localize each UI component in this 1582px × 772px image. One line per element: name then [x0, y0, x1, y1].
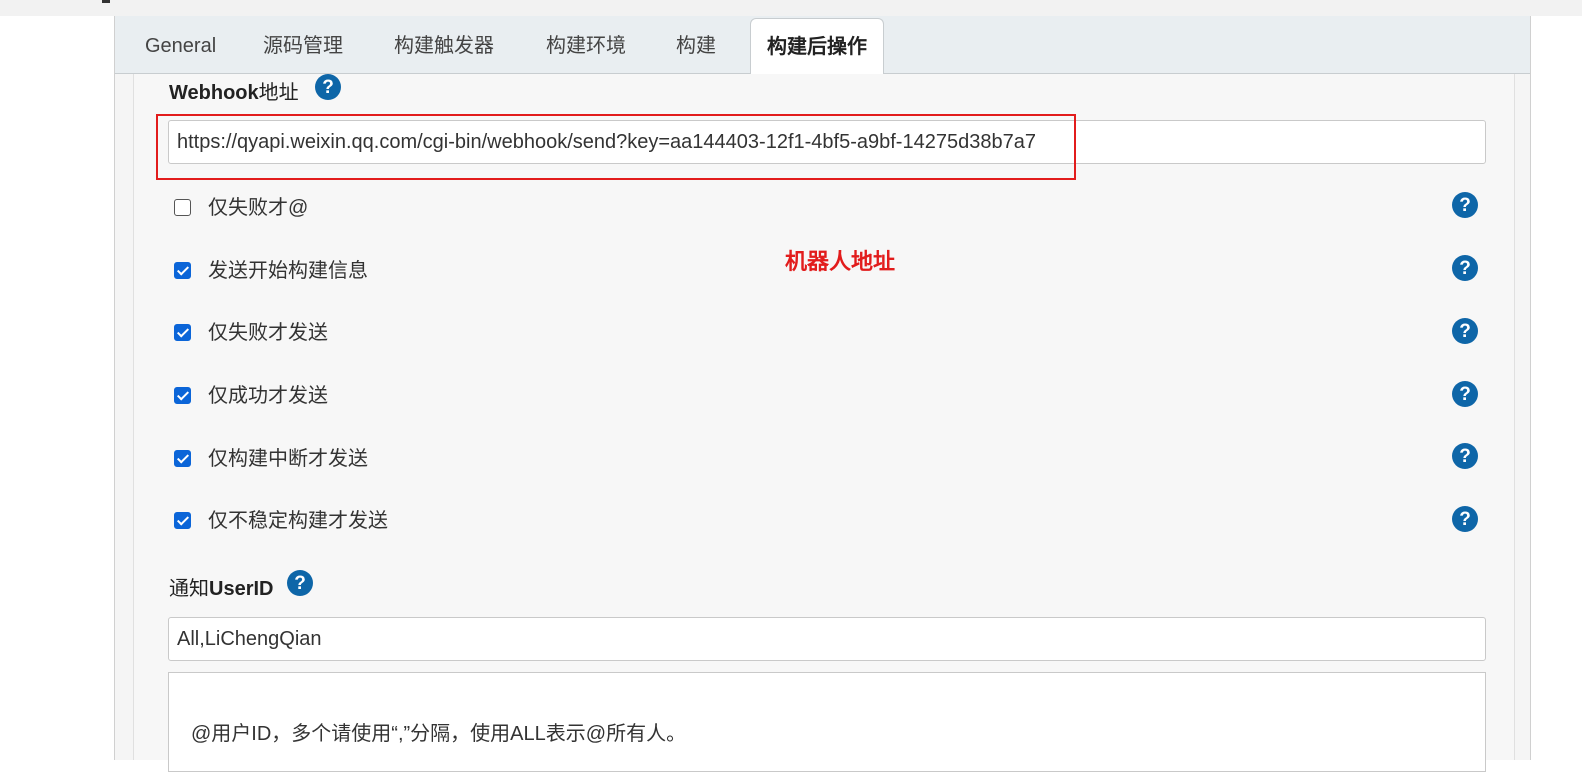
notify-userid-label: 通知UserID [169, 572, 273, 601]
robot-address-annotation: 机器人地址 [785, 249, 896, 274]
webhook-label-bold: Webhook [169, 82, 259, 104]
notify-help-panel: @用户ID，多个请使用“,”分隔，使用ALL表示@所有人。 [168, 672, 1486, 772]
tab-build-environment[interactable]: 构建环境 [546, 16, 626, 73]
checkbox-success-only-send[interactable] [174, 387, 191, 404]
tab-build-triggers[interactable]: 构建触发器 [394, 16, 494, 73]
tab-bar: General 源码管理 构建触发器 构建环境 构建 构建后操作 [115, 16, 1530, 75]
help-icon-fail-only-send[interactable]: ? [1452, 318, 1478, 344]
webhook-help-icon[interactable]: ? [315, 74, 341, 100]
webhook-url-input[interactable]: https://qyapi.weixin.qq.com/cgi-bin/webh… [168, 120, 1486, 164]
help-icon-fail-only-at[interactable]: ? [1452, 192, 1478, 218]
help-icon-success-only-send[interactable]: ? [1452, 381, 1478, 407]
option-label: 仅构建中断才发送 [208, 448, 368, 470]
checkbox-unstable-only-send[interactable] [174, 512, 191, 529]
top-strip [0, 0, 1582, 16]
help-icon-send-start[interactable]: ? [1452, 255, 1478, 281]
checkbox-fail-only-at[interactable] [174, 199, 191, 216]
option-label: 仅成功才发送 [208, 385, 328, 407]
option-label: 仅失败才@ [208, 197, 309, 219]
notify-help-text: @用户ID，多个请使用“,”分隔，使用ALL表示@所有人。 [191, 723, 687, 745]
notify-label-bold: UserID [209, 578, 274, 600]
option-label: 仅不稳定构建才发送 [208, 510, 388, 532]
notify-userid-input[interactable]: All,LiChengQian [168, 617, 1486, 661]
webhook-label-rest: 地址 [258, 82, 299, 104]
webhook-label: Webhook地址 [169, 76, 299, 105]
tab-build[interactable]: 构建 [676, 16, 716, 73]
checkbox-aborted-only-send[interactable] [174, 450, 191, 467]
tab-post-build-actions[interactable]: 构建后操作 [750, 18, 884, 75]
tab-general[interactable]: General [145, 16, 216, 73]
help-icon-unstable-only-send[interactable]: ? [1452, 506, 1478, 532]
checkbox-send-start[interactable] [174, 262, 191, 279]
top-strip-mark [102, 0, 110, 3]
notify-help-icon[interactable]: ? [287, 570, 313, 596]
checkbox-fail-only-send[interactable] [174, 324, 191, 341]
option-label: 仅失败才发送 [208, 322, 328, 344]
option-label: 发送开始构建信息 [208, 260, 368, 282]
notify-label-rest: 通知 [169, 578, 209, 600]
tab-source-management[interactable]: 源码管理 [263, 16, 343, 73]
help-icon-aborted-only-send[interactable]: ? [1452, 443, 1478, 469]
